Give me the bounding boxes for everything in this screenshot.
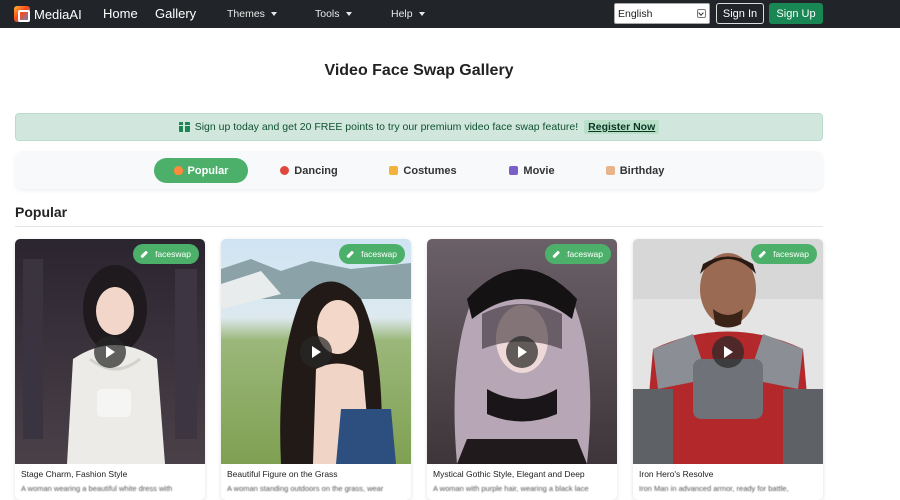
caret-down-icon xyxy=(270,12,277,16)
caret-down-icon xyxy=(345,12,352,16)
section-title: Popular xyxy=(15,204,68,220)
card-description: A woman with purple hair, wearing a blac… xyxy=(433,484,589,493)
tab-label: Popular xyxy=(187,164,229,177)
nav-gallery-link[interactable]: Gallery xyxy=(155,6,196,21)
badge-label: faceswap xyxy=(773,249,809,259)
faceswap-badge: faceswap xyxy=(133,244,199,264)
caret-down-icon xyxy=(418,12,425,16)
gallery-card[interactable]: faceswap Beautiful Figure on the Grass A… xyxy=(221,239,411,500)
nav-help-dropdown[interactable]: Help xyxy=(391,8,425,20)
select-arrow-icon xyxy=(697,9,706,18)
brand-logo-icon xyxy=(14,6,30,22)
gallery-card[interactable]: faceswap Mystical Gothic Style, Elegant … xyxy=(427,239,617,500)
promo-text: Sign up today and get 20 FREE points to … xyxy=(194,121,579,133)
nav-tools-dropdown[interactable]: Tools xyxy=(315,8,352,20)
category-tabs: Popular Dancing Costumes Movie Birthday xyxy=(15,151,823,189)
tab-label: Costumes xyxy=(403,164,457,177)
nav-themes-label: Themes xyxy=(227,8,265,20)
nav-tools-label: Tools xyxy=(315,8,340,20)
video-thumbnail[interactable]: faceswap xyxy=(221,239,411,464)
nav-help-label: Help xyxy=(391,8,413,20)
badge-label: faceswap xyxy=(155,249,191,259)
badge-label: faceswap xyxy=(361,249,397,259)
language-value: English xyxy=(618,7,653,20)
sign-in-button[interactable]: Sign In xyxy=(716,3,764,24)
pencil-icon xyxy=(140,250,148,258)
card-description: A woman wearing a beautiful white dress … xyxy=(21,484,173,493)
card-title: Beautiful Figure on the Grass xyxy=(227,469,338,479)
brand[interactable]: MediaAI xyxy=(14,0,82,28)
tab-birthday[interactable]: Birthday xyxy=(600,158,670,183)
film-icon xyxy=(509,166,519,175)
tab-label: Birthday xyxy=(619,164,665,177)
faceswap-badge: faceswap xyxy=(339,244,405,264)
page-title: Video Face Swap Gallery xyxy=(324,62,514,79)
nav-home-link[interactable]: Home xyxy=(103,6,138,21)
pencil-icon xyxy=(758,250,766,258)
play-icon[interactable] xyxy=(712,336,744,368)
sign-up-button[interactable]: Sign Up xyxy=(769,3,823,24)
pencil-icon xyxy=(346,250,354,258)
badge-label: faceswap xyxy=(567,249,603,259)
section-divider xyxy=(15,226,823,227)
card-description: A woman standing outdoors on the grass, … xyxy=(227,484,384,493)
play-icon[interactable] xyxy=(94,336,126,368)
register-now-link[interactable]: Register Now xyxy=(584,120,660,134)
cake-icon xyxy=(605,166,615,175)
tab-label: Movie xyxy=(523,164,555,177)
language-select[interactable]: English xyxy=(614,3,710,24)
faceswap-badge: faceswap xyxy=(751,244,817,264)
gift-icon xyxy=(178,122,190,132)
play-icon[interactable] xyxy=(506,336,538,368)
card-title: Stage Charm, Fashion Style xyxy=(21,469,128,479)
tab-dancing[interactable]: Dancing xyxy=(273,158,345,183)
fire-icon xyxy=(173,166,183,175)
card-title: Iron Hero's Resolve xyxy=(639,469,714,479)
video-thumbnail[interactable]: faceswap xyxy=(427,239,617,464)
dancer-icon xyxy=(280,166,290,175)
play-icon[interactable] xyxy=(300,336,332,368)
tab-label: Dancing xyxy=(294,164,338,177)
video-thumbnail[interactable]: faceswap xyxy=(15,239,205,464)
nav-themes-dropdown[interactable]: Themes xyxy=(227,8,277,20)
gallery-card[interactable]: faceswap Iron Hero's Resolve Iron Man in… xyxy=(633,239,823,500)
card-title: Mystical Gothic Style, Elegant and Deep xyxy=(433,469,585,479)
gallery-card[interactable]: faceswap Stage Charm, Fashion Style A wo… xyxy=(15,239,205,500)
crown-icon xyxy=(389,166,399,175)
faceswap-badge: faceswap xyxy=(545,244,611,264)
promo-banner: Sign up today and get 20 FREE points to … xyxy=(15,113,823,141)
brand-name: MediaAI xyxy=(34,6,82,22)
tab-popular[interactable]: Popular xyxy=(154,158,248,183)
video-thumbnail[interactable]: faceswap xyxy=(633,239,823,464)
top-navbar: MediaAI Home Gallery Themes Tools Help E… xyxy=(0,0,900,28)
tab-costumes[interactable]: Costumes xyxy=(384,158,462,183)
pencil-icon xyxy=(552,250,560,258)
tab-movie[interactable]: Movie xyxy=(501,158,563,183)
card-description: Iron Man in advanced armor, ready for ba… xyxy=(639,484,789,493)
